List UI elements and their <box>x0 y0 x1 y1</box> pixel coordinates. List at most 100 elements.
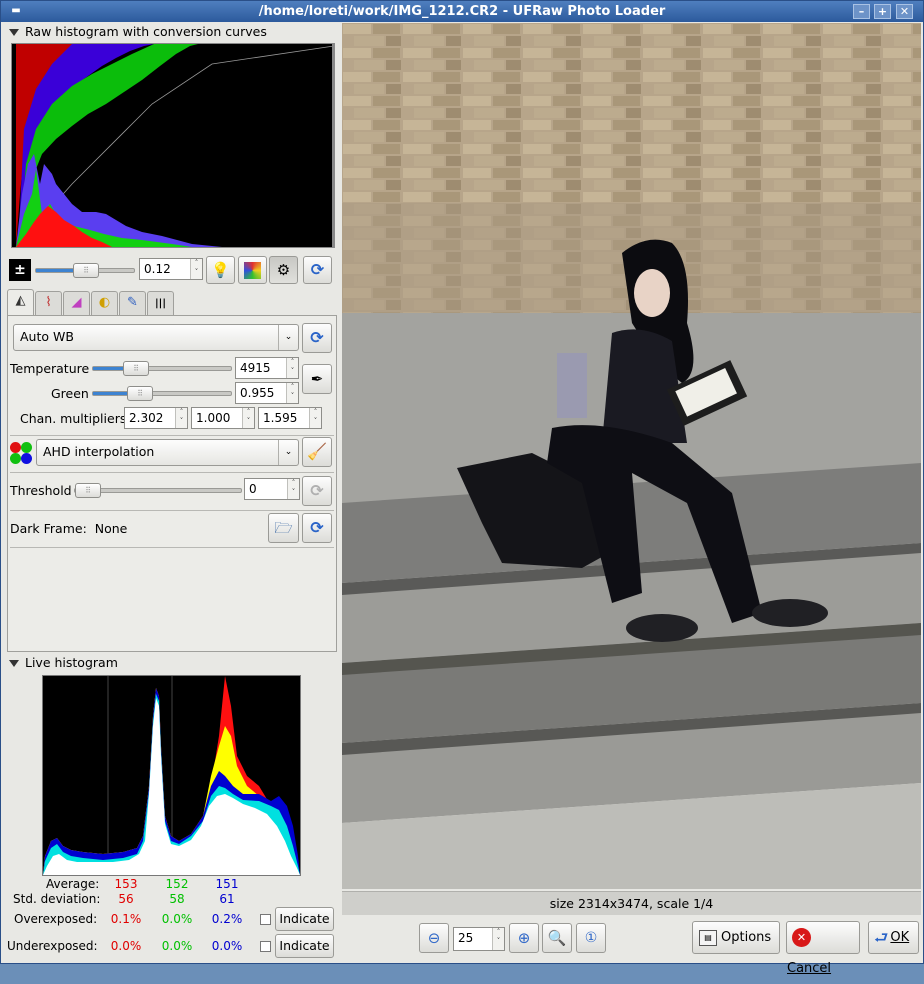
green-value: 0.955 <box>240 386 275 400</box>
reset-white-balance-button[interactable]: ⟳ <box>302 323 332 353</box>
gears-icon: ⚙ <box>276 261 291 279</box>
ok-button[interactable]: ⮐ OK <box>868 921 919 954</box>
minimize-icon[interactable]: – <box>853 4 870 19</box>
curves-tab-icon: ⌇ <box>45 295 52 310</box>
average-label: Average: <box>46 877 100 891</box>
zoom-in-icon: ⊕ <box>517 929 531 947</box>
underexposed-blue: 0.0% <box>211 939 243 953</box>
reset-dark-frame-button[interactable]: ⟳ <box>302 513 332 543</box>
chan-multipliers-label: Chan. multipliers: <box>20 411 131 426</box>
spin-arrows-icon[interactable]: ˄ ˅ <box>190 259 202 279</box>
threshold-slider-knob[interactable]: ⠿ <box>75 483 101 498</box>
threshold-spin[interactable]: 0 ˄ ˅ <box>244 478 300 500</box>
temperature-slider[interactable]: ⠿ <box>92 361 232 376</box>
tab-corrections[interactable]: ◐ <box>91 291 118 315</box>
load-dark-frame-button[interactable]: 🗁 <box>268 513 299 543</box>
exposure-icon: ± <box>9 259 31 281</box>
exposure-slider-knob[interactable]: ⠿ <box>73 263 99 278</box>
average-red: 153 <box>114 877 138 891</box>
exposure-spin[interactable]: 0.12 ˄ ˅ <box>139 258 203 280</box>
clean-interpolation-button[interactable]: 🧹 <box>302 437 332 467</box>
temperature-value: 4915 <box>240 361 271 375</box>
options-label: Options <box>721 930 772 945</box>
live-histogram-graph <box>43 676 300 875</box>
dark-frame-label: Dark Frame: None <box>10 521 127 536</box>
spin-arrows-icon[interactable]: ˄ ˅ <box>175 408 187 428</box>
spin-arrows-icon[interactable]: ˄ ˅ <box>287 479 299 499</box>
underexposed-indicate-checkbox[interactable] <box>260 941 271 952</box>
interpolation-combo[interactable]: AHD interpolation ⌄ <box>36 439 299 466</box>
cancel-button[interactable]: ✕ Cancel <box>786 921 860 976</box>
separator <box>10 435 334 436</box>
temperature-spin[interactable]: 4915 ˄ ˅ <box>235 357 299 379</box>
reset-exposure-button[interactable]: ⟳ <box>303 256 332 284</box>
title-bar[interactable]: ▬ /home/loreti/work/IMG_1212.CR2 - UFRaw… <box>1 1 923 22</box>
spin-arrows-icon[interactable]: ˄ ˅ <box>492 928 504 950</box>
lens-tab-icon: ✎ <box>127 295 138 310</box>
chan-multiplier-green-spin[interactable]: 1.000 ˄ ˅ <box>191 407 255 429</box>
base-tab-icon: ◭ <box>15 293 26 308</box>
collapse-triangle-icon <box>9 660 19 667</box>
overexposed-indicate-checkbox[interactable] <box>260 914 271 925</box>
chan-multiplier-red-spin[interactable]: 2.302 ˄ ˅ <box>124 407 188 429</box>
corset <box>557 353 587 418</box>
underexposed-green: 0.0% <box>161 939 193 953</box>
average-green: 152 <box>165 877 189 891</box>
tab-lens[interactable]: ✎ <box>119 291 146 315</box>
underexposed-indicate-button[interactable]: Indicate <box>275 934 334 958</box>
overexposed-label: Overexposed: <box>14 912 98 926</box>
zoom-fit-button[interactable]: 🔍 <box>542 923 572 953</box>
zoom-out-button[interactable]: ⊖ <box>419 923 449 953</box>
refresh-icon: ⟳ <box>310 328 324 347</box>
underexposed-label: Underexposed: <box>7 939 98 953</box>
zoom-spin[interactable]: 25 ˄ ˅ <box>453 927 505 951</box>
options-button[interactable]: ▤ Options <box>692 921 780 954</box>
spin-arrows-icon[interactable]: ˄ ˅ <box>242 408 254 428</box>
lens-settings-button[interactable]: ⚙ <box>269 256 298 284</box>
zoom-100-button[interactable]: ① <box>576 923 606 953</box>
exposure-value: 0.12 <box>144 262 171 276</box>
green-slider-knob[interactable]: ⠿ <box>127 386 153 401</box>
raw-histogram-graph <box>15 44 335 248</box>
tab-base[interactable]: ◭ <box>7 289 34 315</box>
maximize-icon[interactable]: + <box>874 4 891 19</box>
lightbulb-icon: 💡 <box>211 261 230 279</box>
ok-label: OK <box>890 930 910 945</box>
image-preview[interactable] <box>342 23 921 889</box>
overexposed-indicate-button[interactable]: Indicate <box>275 907 334 931</box>
chan-multiplier-blue: 1.595 <box>263 411 298 425</box>
cancel-label: Cancel <box>787 961 832 976</box>
green-slider[interactable]: ⠿ <box>92 386 232 401</box>
close-icon[interactable]: ✕ <box>896 4 913 19</box>
tab-exif[interactable]: ||| <box>147 291 174 315</box>
live-histogram-expander[interactable]: Live histogram <box>9 654 118 671</box>
left-panel: Raw histogram with conversion curves ± ⠿ <box>5 23 339 961</box>
right-boot <box>752 599 828 627</box>
auto-exposure-button[interactable]: 💡 <box>206 256 235 284</box>
window-menu-icon[interactable]: ▬ <box>7 5 25 17</box>
threshold-slider[interactable]: ⠿ <box>74 483 242 498</box>
clip-highlights-button[interactable] <box>238 256 267 284</box>
temperature-slider-knob[interactable]: ⠿ <box>123 361 149 376</box>
spin-arrows-icon[interactable]: ˄ ˅ <box>309 408 321 428</box>
chan-multiplier-blue-spin[interactable]: 1.595 ˄ ˅ <box>258 407 322 429</box>
zoom-in-button[interactable]: ⊕ <box>509 923 539 953</box>
spin-arrows-icon[interactable]: ˄ ˅ <box>286 383 298 403</box>
tab-curves[interactable]: ⌇ <box>35 291 62 315</box>
open-file-icon: 🗁 <box>274 519 293 537</box>
zoom-value: 25 <box>458 931 474 945</box>
interpolation-icon <box>10 442 34 466</box>
spot-white-balance-button[interactable]: ✒ <box>302 364 332 394</box>
chevron-down-icon: ⌄ <box>278 325 298 350</box>
white-balance-combo[interactable]: Auto WB ⌄ <box>13 324 299 351</box>
std-green: 58 <box>169 892 185 906</box>
tab-color-management[interactable]: ◢ <box>63 291 90 315</box>
separator <box>10 472 334 473</box>
green-spin[interactable]: 0.955 ˄ ˅ <box>235 382 299 404</box>
average-blue: 151 <box>215 877 239 891</box>
preview-photo <box>342 23 921 889</box>
exposure-slider[interactable]: ⠿ <box>35 263 135 278</box>
spin-arrows-icon[interactable]: ˄ ˅ <box>286 358 298 378</box>
raw-histogram-expander[interactable]: Raw histogram with conversion curves <box>9 23 267 40</box>
temperature-label: Temperature <box>10 361 90 376</box>
